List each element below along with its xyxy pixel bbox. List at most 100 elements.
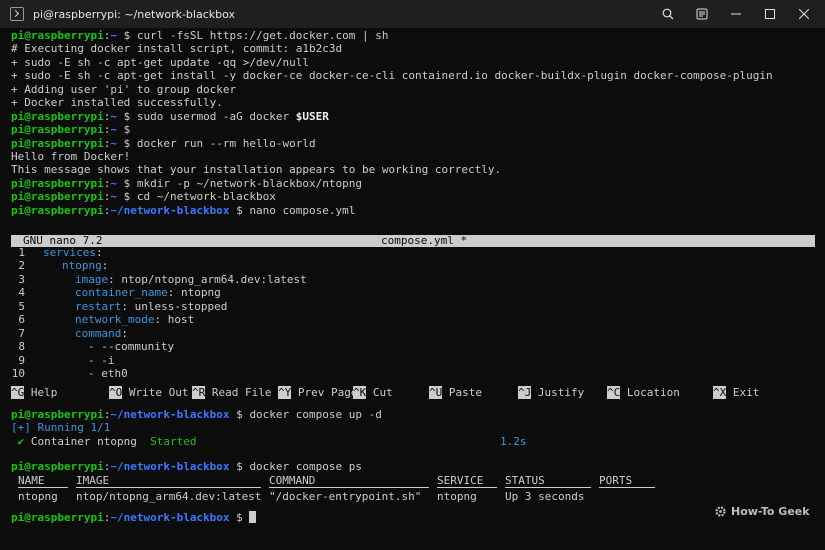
terminal-output[interactable]: pi@raspberrypi:~ $ curl -fsSL https://ge… [11,29,823,217]
shortcut-justify[interactable]: ^J Justify [518,386,584,400]
compose-up-output: pi@raspberrypi:~/network-blackbox $ dock… [11,408,823,448]
yaml-value: - eth0 [88,366,128,380]
close-icon[interactable] [789,0,819,28]
terminal-line: + Docker installed successfully. [11,96,223,110]
yaml-key: command [75,326,122,340]
shortcut-cut[interactable]: ^K Cut [353,386,393,400]
code-text: ntopng: [62,259,108,272]
check-icon: ✔ [17,434,25,448]
prompt-dollar: $ [116,29,137,42]
shortcut-exit[interactable]: ^X Exit [713,386,759,400]
shortcut-prev-page[interactable]: ^Y Prev Page [278,386,357,400]
table-cell-image: ntop/ntopng_arm64.dev:latest [76,490,262,503]
terminal-line: pi@raspberrypi:~ $ docker run --rm hello… [11,137,823,150]
yaml-key: services [43,246,96,259]
yaml-value: - -i [88,353,115,367]
window-title: pi@raspberrypi: ~/network-blackbox [33,7,236,21]
yaml-value: : [95,246,103,259]
command-text: cd ~/network-blackbox [136,190,276,204]
code-text: container_name: ntopng [75,286,221,299]
code-line: 8 - --community [11,340,815,353]
prompt-dollar: $ [116,123,137,137]
command-text: nano compose.yml [249,203,356,217]
table-cell-status: Up 3 seconds [505,490,585,503]
code-line: 3 image: ntop/ntopng_arm64.dev:latest [11,273,815,286]
shortcut-label: Location [626,386,680,399]
code-line: 7 command: [11,327,815,340]
yaml-value: : [101,259,109,273]
yaml-value: : ntopng [167,286,221,300]
line-number: 6 [18,313,25,327]
minimize-icon[interactable] [721,0,751,28]
prompt-user: pi@raspberrypi [11,408,104,421]
nano-editor[interactable]: 1 services: 2 ntopng: 3 image: ntop/ntopng_… [11,246,815,380]
shortcut-paste[interactable]: ^U Paste [429,386,482,400]
prompt-user: pi@raspberrypi [11,203,104,217]
code-line: 6 network_mode: host [11,313,815,326]
how-to-geek-logo-icon [714,505,727,518]
elapsed-time: 1.2s [500,434,527,448]
shortcut-label: Help [30,386,58,399]
yaml-key: network_mode [75,313,155,327]
code-text: services: [43,246,103,259]
shortcut-key: ^G [11,386,25,399]
table-cell-name: ntopng [18,490,58,503]
table-header-command: COMMAND [269,474,429,489]
command-text: docker compose up -d [249,408,382,421]
watermark-text: How-To Geek [731,505,810,518]
yaml-key: ntopng [62,259,102,273]
yaml-key: restart [75,299,122,313]
search-icon[interactable] [653,0,683,28]
maximize-icon[interactable] [755,0,785,28]
code-text: - -i [88,354,115,367]
yaml-key: container_name [75,286,168,300]
prompt-dollar: $ [116,190,137,204]
shortcut-key: ^K [353,386,367,399]
tab-menu-icon[interactable] [687,0,717,28]
code-text: - --community [88,340,174,353]
prompt-user: pi@raspberrypi [11,190,104,204]
shortcut-key: ^O [109,386,123,399]
shortcut-read-file[interactable]: ^R Read File [192,386,271,400]
line-number: 5 [18,299,25,313]
terminal-line-current[interactable]: pi@raspberrypi:~/network-blackbox $ [11,511,257,524]
prompt-user: pi@raspberrypi [11,511,104,524]
terminal-line: + sudo -E sh -c apt-get update -qq >/dev… [11,55,310,69]
terminal-line: pi@raspberrypi:~/network-blackbox $ nano… [11,204,823,217]
code-text: - eth0 [88,367,128,380]
yaml-key: image [75,272,109,286]
prompt-path: ~/network-blackbox [110,511,230,524]
line-number: 9 [18,353,25,367]
prompt-user: pi@raspberrypi [11,136,104,150]
table-cell-service: ntopng [437,490,477,503]
line-number: 3 [18,272,25,286]
terminal-line: + Adding user 'pi' to group docker [11,82,237,96]
shortcut-label: Prev Page [297,386,358,399]
terminal-line: pi@raspberrypi:~ $ curl -fsSL https://ge… [11,29,823,42]
line-number: 8 [18,340,25,354]
table-header-status: STATUS [505,474,591,489]
prompt-path: ~/network-blackbox [110,203,230,217]
yaml-value: : [121,326,128,340]
yaml-value: : ntop/ntopng_arm64.dev:latest [108,272,307,286]
shortcut-location[interactable]: ^C Location [607,386,680,400]
shortcut-write-out[interactable]: ^O Write Out [109,386,188,400]
shortcut-label: Justify [537,386,585,399]
prompt-path: ~ [110,29,117,42]
yaml-value: - --community [88,340,175,354]
command-text: docker run --rm hello-world [136,136,316,150]
line-number: 4 [18,286,25,300]
prompt-dollar: $ [116,109,137,123]
line-number: 10 [11,366,25,380]
shortcut-help[interactable]: ^G Help [11,386,57,400]
prompt-dollar: $ [229,511,250,524]
code-text: restart: unless-stopped [75,300,227,313]
prompt-user: pi@raspberrypi [11,123,104,137]
prompt-path: ~/network-blackbox [110,460,230,473]
table-cell-command: "/docker-entrypoint.sh" [269,490,422,503]
container-status: Started [150,434,197,448]
terminal-line: pi@raspberrypi:~ $ [11,123,823,136]
title-bar: pi@raspberrypi: ~/network-blackbox [0,0,825,28]
shortcut-key: ^X [713,386,727,399]
prompt-path: ~ [110,176,117,190]
